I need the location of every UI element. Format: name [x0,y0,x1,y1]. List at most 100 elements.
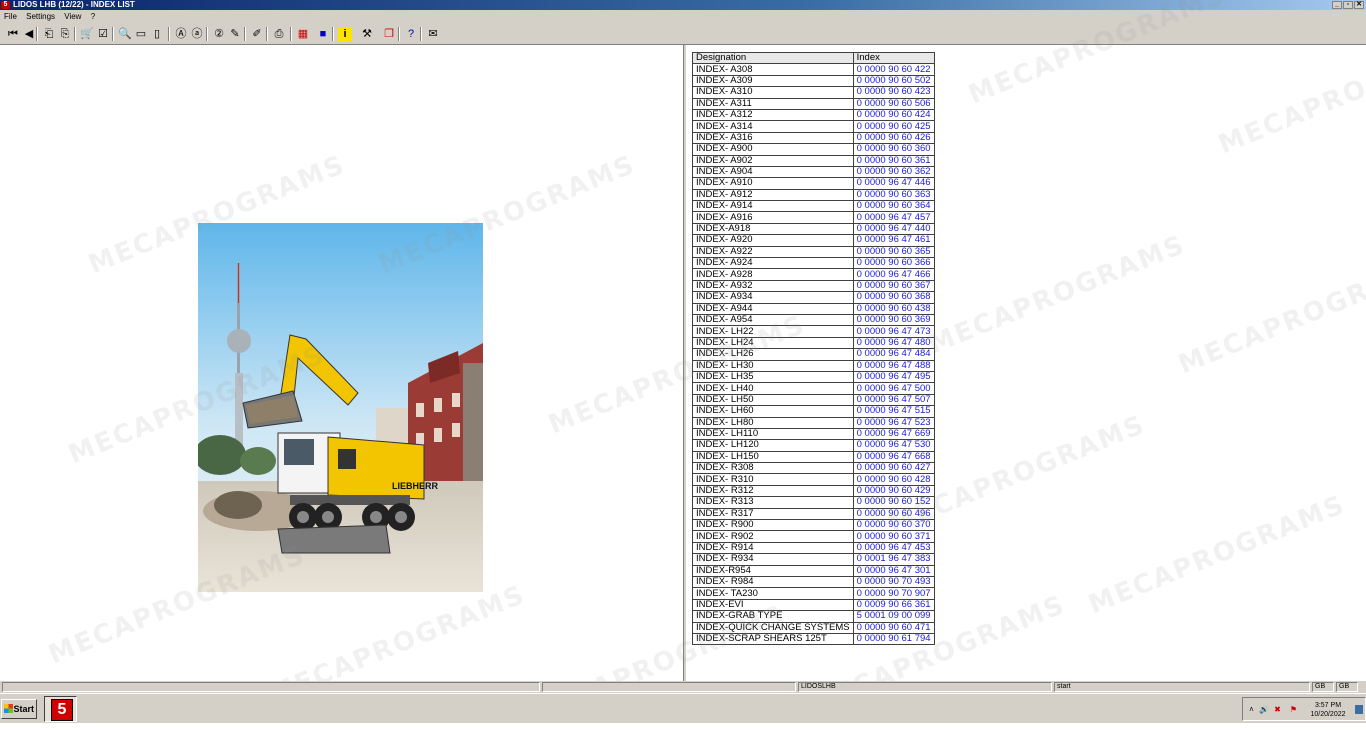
back-icon[interactable]: ⎗ [42,27,56,41]
table-row[interactable]: INDEX- R312 0 0000 90 60 429 [692,484,935,498]
table-row[interactable]: INDEX-QUICK CHANGE SYSTEMS 0 0000 90 60 4… [692,621,935,634]
index-link[interactable]: 0 0000 90 60 506 [852,97,935,110]
show-desktop-icon[interactable] [1355,705,1363,714]
table-row[interactable]: INDEX- R313 0 0000 90 60 152 [692,496,935,509]
search-a-next-icon[interactable]: ⓐ [190,27,204,41]
action-center-icon[interactable]: ⚑ [1289,705,1298,714]
table-row[interactable]: INDEX- A311 0 0000 90 60 506 [692,97,935,110]
table-row[interactable]: INDEX- A928 0 0000 96 47 466 [692,268,935,281]
index-link[interactable]: 0 0000 96 47 457 [852,211,935,224]
index-link[interactable]: 0 0000 96 47 500 [852,382,935,395]
lidos-app-icon[interactable]: 5 [1,1,10,9]
table-row[interactable]: INDEX- LH80 0 0000 96 47 523 [692,416,935,429]
index-link[interactable]: 0 0000 96 47 466 [852,268,935,281]
index-link[interactable]: 0 0000 90 60 370 [852,518,935,532]
edit-icon[interactable]: ✐ [250,27,264,41]
index-link[interactable]: 0 0000 96 47 668 [852,450,935,464]
page-icon[interactable]: ▭ [134,27,148,41]
index-link[interactable]: 0 0000 90 60 364 [852,200,935,213]
table-row[interactable]: INDEX- R317 0 0000 90 60 496 [692,507,935,521]
index-link[interactable]: 0 0000 90 60 361 [852,154,935,167]
index-link[interactable]: 0 0000 96 47 488 [852,359,935,372]
index-link[interactable]: 0 0000 90 60 427 [852,462,935,475]
index-link[interactable]: 0 0000 90 70 493 [852,575,935,589]
start-button[interactable]: Start [1,699,37,719]
table-row[interactable]: INDEX- A954 0 0000 90 60 369 [692,313,935,327]
index-link[interactable]: 0 0000 90 60 428 [852,473,935,486]
table-row[interactable]: INDEX- A314 0 0000 90 60 425 [692,120,935,133]
table-row[interactable]: INDEX-GRAB TYPE 5 0001 09 00 099 [692,610,935,623]
index-link[interactable]: 0 0000 90 60 371 [852,530,935,543]
index-link[interactable]: 0 0000 90 60 367 [852,279,935,293]
search-a-icon[interactable]: Ⓐ [174,27,188,41]
index-link[interactable]: 0 0000 90 60 502 [852,74,935,88]
table-row[interactable]: INDEX- LH60 0 0000 96 47 515 [692,405,935,418]
search-2-icon[interactable]: ② [212,27,226,41]
table-row[interactable]: INDEX- A316 0 0000 90 60 426 [692,131,935,145]
volume-icon[interactable]: 🔊 [1259,705,1269,714]
previous-icon[interactable]: ◀ [22,27,36,41]
zoom-icon[interactable]: 🔍 [118,27,132,41]
index-link[interactable]: 5 0001 09 00 099 [852,610,935,623]
index-link[interactable]: 0 0000 90 60 424 [852,108,935,122]
table-row[interactable]: INDEX- LH110 0 0000 96 47 669 [692,427,935,441]
tray-expand-icon[interactable]: ˄ [1247,705,1256,714]
table-row[interactable]: INDEX- A932 0 0000 90 60 367 [692,279,935,293]
index-link[interactable]: 0 0000 90 60 369 [852,313,935,327]
table-row[interactable]: INDEX- LH40 0 0000 96 47 500 [692,382,935,395]
index-link[interactable]: 0 0000 90 60 426 [852,131,935,145]
index-link[interactable]: 0 0000 96 47 507 [852,393,935,407]
table-row[interactable]: INDEX- A904 0 0000 90 60 362 [692,165,935,179]
index-link[interactable]: 0 0009 90 66 361 [852,598,935,612]
table-row[interactable]: INDEX-A918 0 0000 96 47 440 [692,222,935,236]
index-link[interactable]: 0 0000 90 60 429 [852,484,935,498]
table-row[interactable]: INDEX- A922 0 0000 90 60 365 [692,245,935,259]
index-link[interactable]: 0 0000 96 47 446 [852,177,935,190]
table-row[interactable]: INDEX- R934 0 0001 96 47 383 [692,553,935,566]
table-row[interactable]: INDEX- TA230 0 0000 90 70 907 [692,587,935,600]
index-link[interactable]: 0 0000 90 60 368 [852,291,935,304]
index-link[interactable]: 0 0000 96 47 669 [852,427,935,441]
color-icon[interactable]: ■ [316,27,330,41]
index-link[interactable]: 0 0000 90 60 422 [852,63,935,76]
index-link[interactable]: 0 0000 90 60 362 [852,165,935,179]
close-button[interactable]: ✕ [1354,1,1364,9]
index-link[interactable]: 0 0000 90 60 152 [852,496,935,509]
index-link[interactable]: 0 0000 96 47 484 [852,348,935,361]
table-row[interactable]: INDEX- A912 0 0000 90 60 363 [692,188,935,202]
index-link[interactable]: 0 0000 96 47 515 [852,405,935,418]
table-row[interactable]: INDEX- A312 0 0000 90 60 424 [692,108,935,122]
menu-file[interactable]: File [0,10,20,23]
table-row[interactable]: INDEX-EVI 0 0009 90 66 361 [692,598,935,612]
table-row[interactable]: INDEX-SCRAP SHEARS 125T 0 0000 90 61 794 [692,632,935,646]
table-row[interactable]: INDEX- R914 0 0000 96 47 453 [692,541,935,555]
index-link[interactable]: 0 0000 90 60 360 [852,143,935,156]
table-row[interactable]: INDEX- A934 0 0000 90 60 368 [692,291,935,304]
mail-icon[interactable]: ✉ [426,27,440,41]
info-icon[interactable]: i [338,27,352,41]
forward-icon[interactable]: ⎘ [58,27,72,41]
menu-help[interactable]: ? [87,10,98,23]
index-link[interactable]: 0 0000 96 47 461 [852,234,935,247]
table-row[interactable]: INDEX- A944 0 0000 90 60 438 [692,302,935,316]
restore-button[interactable]: ▫ [1343,1,1353,9]
index-link[interactable]: 0 0000 96 47 530 [852,439,935,452]
index-link[interactable]: 0 0000 96 47 440 [852,222,935,236]
index-link[interactable]: 0 0000 90 60 363 [852,188,935,202]
cart-icon[interactable]: 🛒 [80,27,94,41]
search-2-next-icon[interactable]: ✎ [228,27,242,41]
table-row[interactable]: INDEX- LH26 0 0000 96 47 484 [692,348,935,361]
index-link[interactable]: 0 0000 96 47 523 [852,416,935,429]
index-link[interactable]: 0 0000 90 60 496 [852,507,935,521]
table-row[interactable]: INDEX- LH30 0 0000 96 47 488 [692,359,935,372]
index-link[interactable]: 0 0000 96 47 495 [852,370,935,384]
table-row[interactable]: INDEX- A910 0 0000 96 47 446 [692,177,935,190]
taskbar-app-lidos[interactable]: 5 [44,696,77,722]
minimize-button[interactable]: _ [1332,1,1342,9]
index-link[interactable]: 0 0000 90 60 438 [852,302,935,316]
index-link[interactable]: 0 0000 90 60 425 [852,120,935,133]
table-row[interactable]: INDEX- R900 0 0000 90 60 370 [692,518,935,532]
table-row[interactable]: INDEX- A900 0 0000 90 60 360 [692,143,935,156]
table-row[interactable]: INDEX- A924 0 0000 90 60 366 [692,257,935,270]
index-link[interactable]: 0 0001 96 47 383 [852,553,935,566]
